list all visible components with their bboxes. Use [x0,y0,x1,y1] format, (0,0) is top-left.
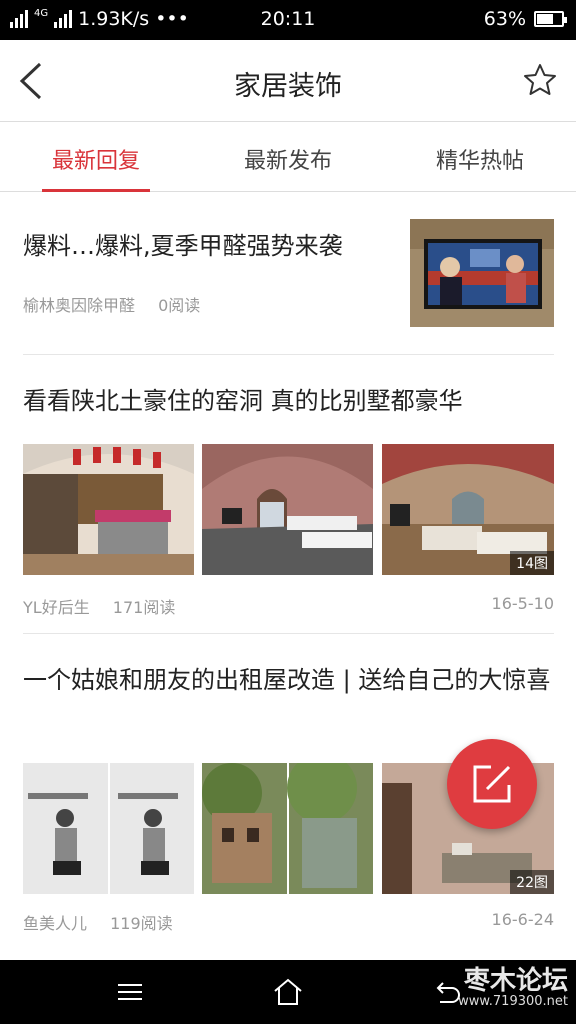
tab-bar: 最新回复 最新发布 精华热帖 [0,123,576,192]
divider [23,354,554,355]
page-title: 家居装饰 [234,71,342,102]
battery-icon [534,11,567,27]
watermark-name: 枣木论坛 [463,966,568,996]
tab-latest-post[interactable]: 最新发布 [192,123,384,191]
top-bar: 家居装饰 [0,40,576,122]
post-reads: 119阅读 [110,914,173,933]
image-count-badge: 22图 [510,870,554,894]
post-date: 16-5-10 [491,594,554,613]
image-count-badge: 14图 [510,551,554,575]
post-thumbnail[interactable] [410,219,554,327]
watermark-url: www.719300.net [458,994,568,1009]
star-icon[interactable] [522,62,558,98]
post-author: YL好后生 [23,598,90,617]
post-image-3[interactable]: 14图 [382,444,554,575]
watermark: 枣木论坛 www.719300.net [458,968,568,1010]
battery-fill [537,14,554,24]
post-image-1[interactable] [23,444,194,575]
post-reads: 0阅读 [158,296,201,315]
post-author: 鱼美人儿 [23,914,88,933]
post-image-2[interactable] [202,444,373,575]
status-bar: 4G 1.93K/s ••• 20:11 63% [0,0,576,40]
home-icon[interactable] [270,974,306,1010]
post-date: 16-6-24 [491,910,554,929]
menu-icon[interactable] [112,974,148,1010]
post-image-1[interactable] [23,763,194,894]
tab-latest-reply[interactable]: 最新回复 [0,123,192,192]
post-item-1[interactable]: 爆料…爆料,夏季甲醛强势来袭 榆林奥因除甲醛 0阅读 [23,219,554,336]
post-meta: 鱼美人儿 119阅读 [23,910,173,934]
post-author: 榆林奥因除甲醛 [23,296,136,315]
post-meta: 榆林奥因除甲醛 0阅读 [23,292,200,316]
post-reads: 171阅读 [112,598,176,617]
post-image-2[interactable] [202,763,373,894]
post-title[interactable]: 一个姑娘和朋友的出租屋改造 | 送给自己的大惊喜 [23,660,554,700]
compose-icon [473,765,511,803]
battery-percent: 63% [483,8,526,30]
tab-featured[interactable]: 精华热帖 [384,123,576,191]
post-meta: YL好后生 171阅读 [23,594,175,618]
post-title[interactable]: 看看陕北土豪住的窑洞 真的比别墅都豪华 [23,381,554,421]
status-right: 63% [483,8,567,30]
compose-button[interactable] [447,739,537,829]
system-nav-bar: 枣木论坛 www.719300.net [0,960,576,1024]
divider [23,633,554,634]
post-item-2[interactable]: 看看陕北土豪住的窑洞 真的比别墅都豪华 14图 YL好后生 171阅读 16-5… [23,381,554,621]
